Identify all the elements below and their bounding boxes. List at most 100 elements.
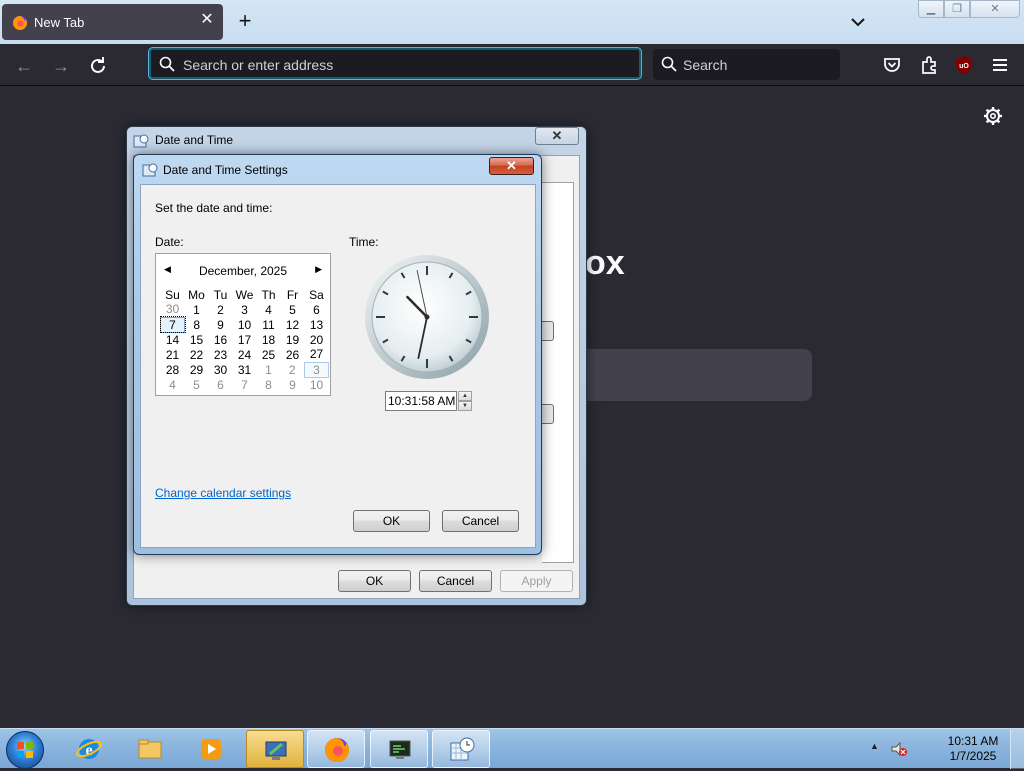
back-arrow-icon[interactable]: ← bbox=[11, 53, 37, 79]
weekday-header: Tu bbox=[213, 287, 228, 302]
calendar-day[interactable]: 6 bbox=[305, 302, 329, 317]
forward-arrow-icon[interactable]: → bbox=[48, 53, 74, 79]
calendar-day[interactable]: 10 bbox=[233, 317, 257, 332]
cancel-button[interactable]: Cancel bbox=[442, 510, 519, 532]
ublock-icon[interactable]: uO bbox=[952, 53, 976, 77]
calendar-day[interactable]: 26 bbox=[281, 347, 305, 362]
calendar-day[interactable]: 1 bbox=[185, 302, 209, 317]
reload-icon[interactable] bbox=[85, 53, 111, 79]
tab-panel-edge bbox=[542, 182, 574, 563]
apply-button[interactable]: Apply bbox=[500, 570, 573, 592]
taskbar-date-time[interactable] bbox=[432, 730, 490, 768]
calendar-day[interactable]: 7 bbox=[233, 377, 257, 392]
date-label: Date: bbox=[155, 235, 184, 249]
calendar-day[interactable]: 4 bbox=[161, 377, 185, 392]
calendar-day[interactable]: 6 bbox=[209, 377, 233, 392]
search-placeholder: Search bbox=[683, 57, 728, 73]
calendar-day[interactable]: 19 bbox=[281, 332, 305, 347]
calendar-month-year[interactable]: December, 2025 bbox=[156, 264, 330, 278]
start-button[interactable] bbox=[6, 731, 44, 769]
close-dialog-button[interactable]: ✕ bbox=[535, 127, 579, 145]
calendar-day[interactable]: 30 bbox=[209, 362, 233, 377]
volume-muted-icon[interactable] bbox=[890, 740, 908, 758]
new-tab-button[interactable]: + bbox=[234, 10, 256, 32]
clock-date: 1/7/2025 bbox=[949, 749, 997, 763]
calendar-day[interactable]: 5 bbox=[281, 302, 305, 317]
taskbar-internet-explorer[interactable]: e bbox=[60, 730, 118, 768]
analog-clock bbox=[365, 255, 489, 379]
ok-button[interactable]: OK bbox=[338, 570, 411, 592]
calendar-day[interactable]: 2 bbox=[209, 302, 233, 317]
weekday-header: We bbox=[235, 287, 254, 302]
calendar-day[interactable]: 12 bbox=[281, 317, 305, 332]
ok-button[interactable]: OK bbox=[353, 510, 430, 532]
calendar-day[interactable]: 31 bbox=[233, 362, 257, 377]
calendar-day[interactable]: 17 bbox=[233, 332, 257, 347]
taskbar-terminal[interactable] bbox=[370, 730, 428, 768]
search-bar[interactable]: Search bbox=[653, 49, 840, 80]
taskbar-explorer[interactable] bbox=[121, 730, 179, 768]
taskbar-control-panel[interactable] bbox=[246, 730, 304, 768]
calendar-day[interactable]: 9 bbox=[281, 377, 305, 392]
time-spinner[interactable]: ▲ ▼ bbox=[458, 391, 472, 411]
calendar-day[interactable]: 8 bbox=[185, 317, 209, 332]
show-hidden-icons-icon[interactable]: ▲ bbox=[870, 741, 879, 751]
calendar-day[interactable]: 27 bbox=[305, 347, 329, 362]
chevron-down-icon[interactable] bbox=[848, 12, 868, 32]
pocket-icon[interactable] bbox=[880, 53, 904, 77]
calendar-day[interactable]: 4 bbox=[257, 302, 281, 317]
calendar-day[interactable]: 11 bbox=[257, 317, 281, 332]
calendar-day[interactable]: 3 bbox=[233, 302, 257, 317]
calendar-day[interactable]: 9 bbox=[209, 317, 233, 332]
calendar-day[interactable]: 25 bbox=[257, 347, 281, 362]
calendar-day-selected[interactable]: 7 bbox=[159, 316, 186, 333]
calendar-day[interactable]: 29 bbox=[185, 362, 209, 377]
calendar-day[interactable]: 30 bbox=[161, 302, 185, 317]
calendar-day[interactable]: 14 bbox=[161, 332, 185, 347]
month-calendar[interactable]: ◀ December, 2025 ▶ Su Mo Tu We Th Fr Sa … bbox=[155, 253, 331, 396]
calendar-day[interactable]: 20 bbox=[305, 332, 329, 347]
calendar-day[interactable]: 2 bbox=[281, 362, 305, 377]
media-player-icon bbox=[201, 739, 221, 759]
taskbar-media-player[interactable] bbox=[182, 730, 240, 768]
calendar-day[interactable]: 21 bbox=[161, 347, 185, 362]
spin-down-icon[interactable]: ▼ bbox=[458, 401, 472, 411]
change-calendar-settings-link[interactable]: Change calendar settings bbox=[155, 486, 291, 500]
close-window-button[interactable]: ✕ bbox=[970, 0, 1020, 18]
system-clock[interactable]: 10:31 AM 1/7/2025 bbox=[942, 734, 1004, 764]
calendar-day[interactable]: 13 bbox=[305, 317, 329, 332]
restore-button[interactable]: ❐ bbox=[944, 0, 970, 18]
next-month-icon[interactable]: ▶ bbox=[315, 264, 322, 275]
calendar-day[interactable]: 5 bbox=[185, 377, 209, 392]
dialog-title: Date and Time Settings bbox=[163, 163, 288, 177]
internet-explorer-icon: e bbox=[76, 739, 102, 759]
calendar-day[interactable]: 18 bbox=[257, 332, 281, 347]
close-tab-icon[interactable]: ✕ bbox=[199, 12, 215, 28]
calendar-day[interactable]: 24 bbox=[233, 347, 257, 362]
menu-icon[interactable] bbox=[988, 53, 1012, 77]
spin-up-icon[interactable]: ▲ bbox=[458, 391, 472, 401]
calendar-day[interactable]: 23 bbox=[209, 347, 233, 362]
extensions-icon[interactable] bbox=[917, 53, 941, 77]
calendar-day[interactable]: 28 bbox=[161, 362, 185, 377]
calendar-day[interactable]: 8 bbox=[257, 377, 281, 392]
gear-icon[interactable] bbox=[983, 106, 1003, 126]
newtab-search-box[interactable] bbox=[560, 349, 812, 401]
calendar-day-today[interactable]: 3 bbox=[304, 361, 329, 378]
url-bar[interactable]: Search or enter address bbox=[148, 47, 642, 80]
calendar-day[interactable]: 1 bbox=[257, 362, 281, 377]
calendar-day[interactable]: 10 bbox=[305, 377, 329, 392]
minimize-button[interactable]: ▁ bbox=[918, 0, 944, 18]
date-time-icon bbox=[142, 163, 158, 177]
time-label: Time: bbox=[349, 235, 379, 249]
calendar-day[interactable]: 22 bbox=[185, 347, 209, 362]
show-desktop-button[interactable] bbox=[1010, 729, 1024, 769]
close-dialog-button[interactable]: ✕ bbox=[489, 157, 534, 175]
tab-new-tab[interactable]: New Tab ✕ bbox=[2, 4, 223, 40]
date-time-icon bbox=[133, 134, 149, 148]
time-input[interactable]: 10:31:58 AM bbox=[385, 391, 457, 411]
taskbar-firefox[interactable] bbox=[307, 730, 365, 768]
calendar-day[interactable]: 15 bbox=[185, 332, 209, 347]
calendar-day[interactable]: 16 bbox=[209, 332, 233, 347]
cancel-button[interactable]: Cancel bbox=[419, 570, 492, 592]
